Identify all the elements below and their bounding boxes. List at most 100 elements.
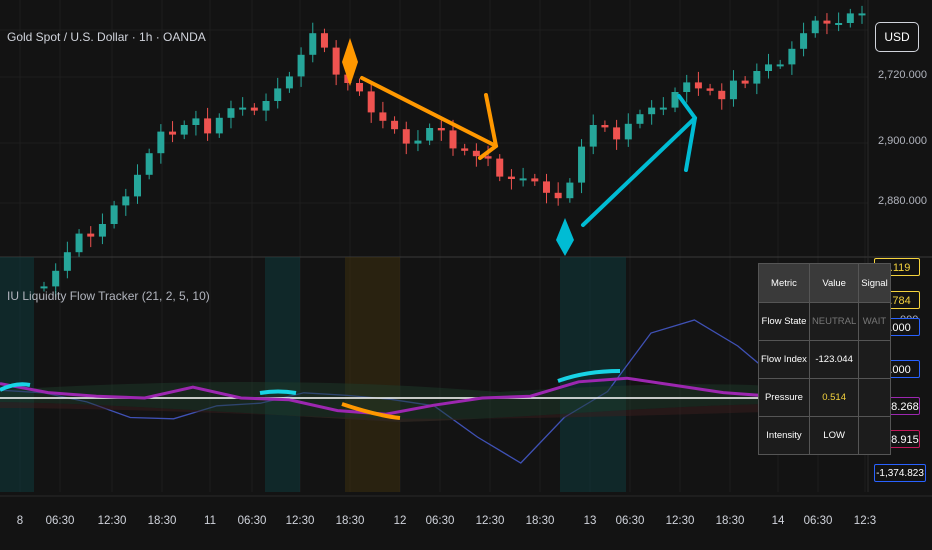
candle-body: [367, 91, 375, 113]
candle-body: [823, 20, 831, 24]
signal-zone: [265, 257, 300, 492]
candle-body: [519, 178, 527, 181]
time-tick: 06:30: [45, 515, 75, 527]
time-tick: 11: [204, 515, 216, 527]
candle-body: [75, 233, 83, 253]
candle-body: [507, 176, 515, 179]
main-chart-title: Gold Spot / U.S. Dollar · 1h · OANDA: [7, 30, 206, 44]
candle-body: [320, 33, 328, 48]
candle-body: [753, 71, 761, 84]
candlesticks: [40, 5, 866, 297]
candle-body: [706, 88, 714, 91]
candle-body: [133, 174, 141, 197]
table-row: Flow Index -123.044: [758, 340, 891, 379]
pressure-label: Pressure: [758, 378, 810, 417]
time-tick: 12:30: [285, 515, 315, 527]
candle-body: [671, 92, 679, 108]
candle-body: [601, 125, 609, 128]
candle-body: [356, 83, 364, 92]
header-signal: Signal: [858, 263, 891, 303]
time-tick: 18:30: [715, 515, 745, 527]
candle-body: [835, 23, 843, 25]
candle-body: [250, 107, 258, 111]
header-metric: Metric: [758, 263, 810, 303]
candle-body: [169, 131, 177, 135]
candle-body: [379, 112, 387, 121]
intensity-value: LOW: [808, 416, 860, 455]
candle-body: [262, 101, 270, 111]
time-tick: 12:30: [97, 515, 127, 527]
candle-body: [765, 64, 773, 71]
candle-body: [87, 233, 95, 237]
time-tick: 18:30: [147, 515, 177, 527]
candle-body: [554, 192, 562, 199]
candle-body: [180, 125, 188, 135]
candle-body: [461, 148, 469, 151]
candle-body: [122, 196, 130, 206]
candle-body: [414, 140, 422, 144]
candle-body: [204, 118, 212, 134]
candle-body: [145, 153, 153, 175]
candle-body: [659, 107, 667, 110]
candle-body: [437, 128, 445, 131]
candle-body: [215, 117, 223, 134]
candle-body: [157, 131, 165, 154]
time-tick: 8: [16, 515, 24, 527]
candle-body: [274, 88, 282, 101]
time-tick: 18:30: [335, 515, 365, 527]
indicator-title: IU Liquidity Flow Tracker (21, 2, 5, 10): [7, 289, 210, 303]
time-tick: 06:30: [425, 515, 455, 527]
candle-body: [858, 13, 866, 16]
table-row: Flow State NEUTRAL WAIT: [758, 302, 891, 341]
candle-body: [297, 54, 305, 77]
candle-body: [694, 82, 702, 89]
cyan-arrow-shaft: [581, 116, 697, 227]
flow-index-signal: [858, 340, 891, 379]
currency-button[interactable]: USD: [875, 22, 919, 52]
candle-body: [578, 146, 586, 183]
candle-body: [531, 178, 539, 182]
pressure-signal: [858, 378, 891, 417]
time-tick: 12: [393, 515, 407, 527]
table-row: Intensity LOW: [758, 416, 891, 455]
candle-body: [110, 205, 118, 224]
annotation-arrows: [342, 38, 698, 256]
candle-body: [683, 82, 691, 92]
candle-body: [718, 90, 726, 100]
candle-body: [636, 114, 644, 124]
candle-body: [52, 270, 60, 287]
flow-index-label: Flow Index: [758, 340, 810, 379]
candle-body: [729, 80, 737, 100]
intensity-label: Intensity: [758, 416, 810, 455]
candle-body: [426, 128, 434, 141]
candle-body: [98, 224, 106, 237]
pressure-value: 0.514: [808, 378, 860, 417]
flow-state-signal: WAIT: [858, 302, 891, 341]
candle-body: [227, 108, 235, 118]
candle-body: [788, 48, 796, 65]
candle-body: [332, 47, 340, 75]
candle-body: [800, 33, 808, 49]
indicator-lines: [0, 319, 869, 464]
price-tick: 2,900.000: [878, 135, 927, 147]
candle-body: [309, 33, 317, 55]
candle-body: [624, 123, 632, 140]
price-tick: 2,880.000: [878, 195, 927, 207]
time-tick: 06:30: [237, 515, 267, 527]
candle-body: [239, 107, 247, 110]
candle-body: [811, 20, 819, 34]
candle-body: [285, 76, 293, 89]
intensity-signal: [858, 416, 891, 455]
candle-body: [391, 120, 399, 130]
candle-body: [776, 64, 784, 67]
candle-body: [648, 107, 656, 115]
time-tick: 12:30: [665, 515, 695, 527]
candle-body: [741, 80, 749, 84]
candle-body: [613, 127, 621, 140]
signal-zone: [345, 257, 400, 492]
signal-highlight-cyan: [259, 389, 297, 395]
candle-body: [472, 150, 480, 157]
candle-body: [496, 158, 504, 177]
candle-body: [63, 252, 71, 271]
candle-body: [846, 13, 854, 23]
